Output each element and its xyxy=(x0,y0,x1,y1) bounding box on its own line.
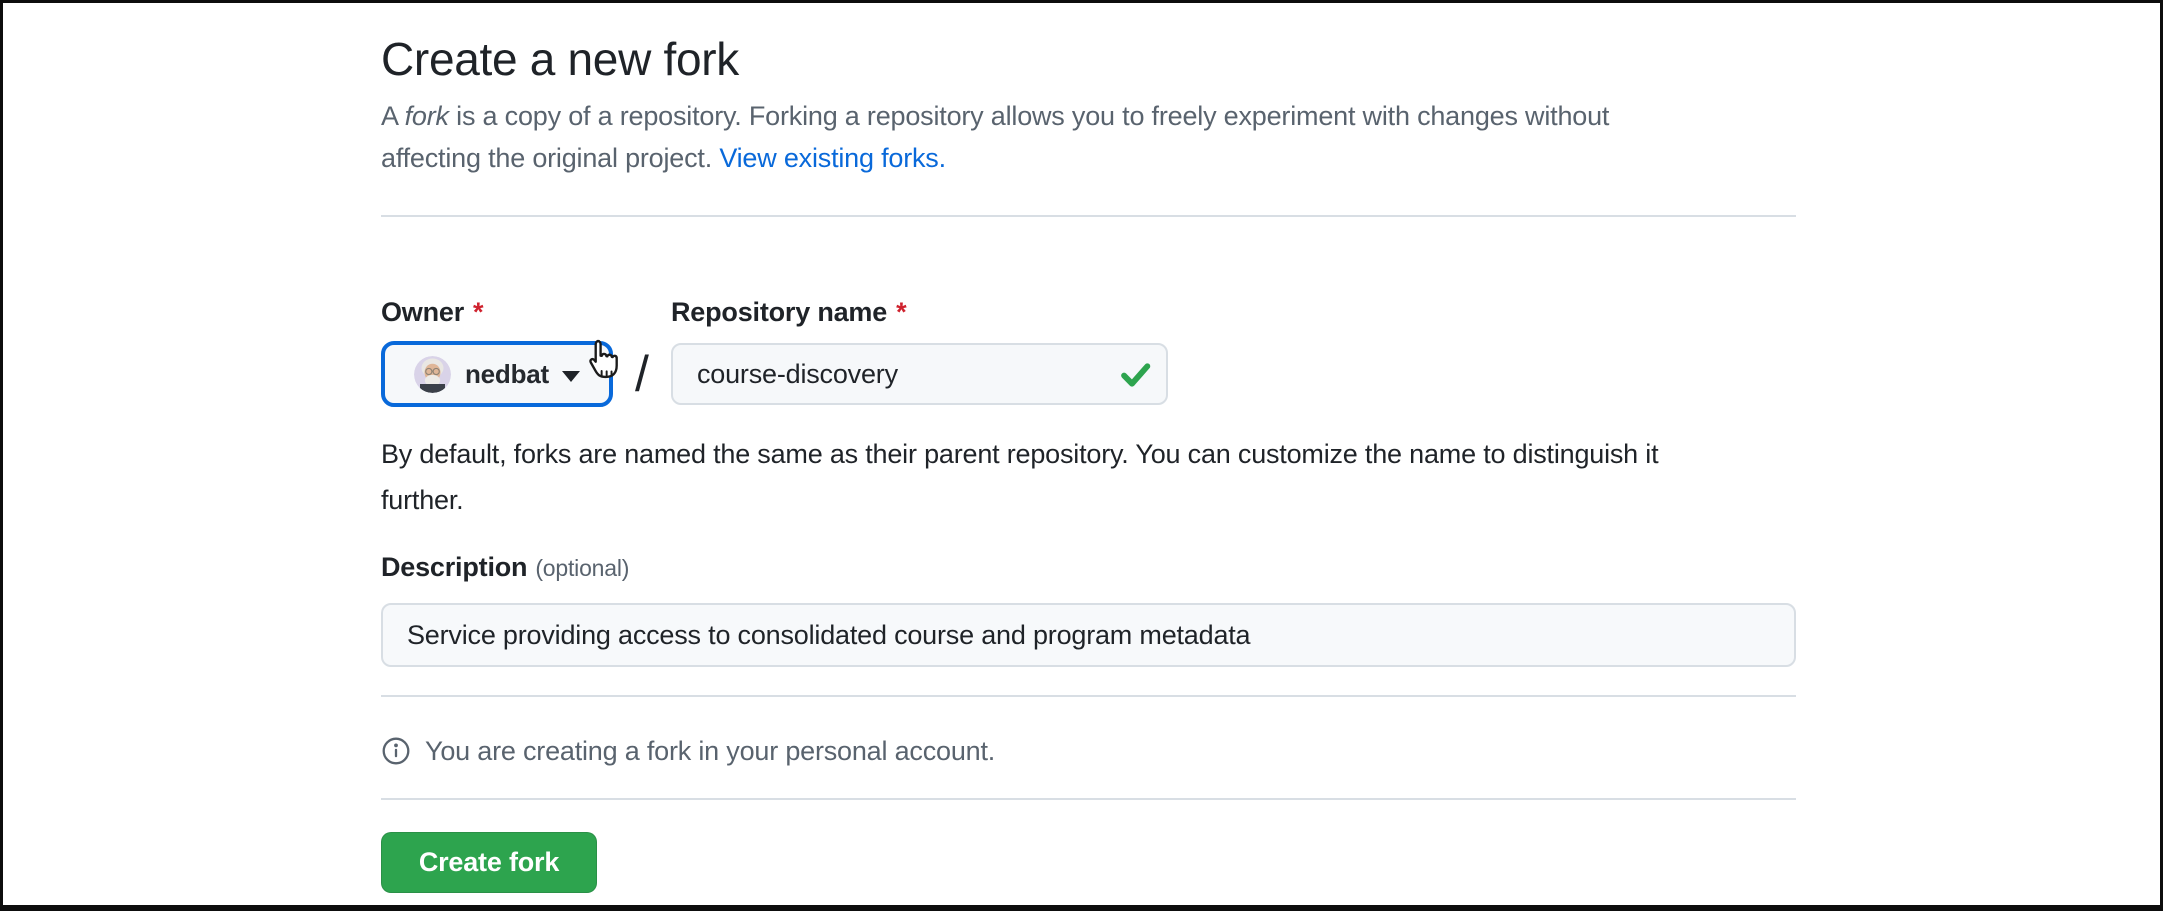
repository-name-input[interactable] xyxy=(671,343,1168,405)
create-fork-page: Create a new fork A fork is a copy of a … xyxy=(381,3,1796,893)
screenshot-frame: Create a new fork A fork is a copy of a … xyxy=(0,0,2163,911)
repository-name-label: Repository name* xyxy=(671,295,1168,329)
owner-required-asterisk: * xyxy=(473,297,483,327)
owner-name: nedbat xyxy=(465,359,549,390)
info-circle-icon xyxy=(381,736,411,766)
divider-top xyxy=(381,215,1796,217)
notice-text: You are creating a fork in your personal… xyxy=(425,735,995,767)
owner-repo-row: Owner* xyxy=(381,295,1796,407)
check-icon xyxy=(1119,358,1152,390)
intro-line1-rest: is a copy of a repository. Forking a rep… xyxy=(449,101,1609,131)
divider-bottom xyxy=(381,798,1796,800)
create-fork-button[interactable]: Create fork xyxy=(381,832,597,893)
owner-select-button[interactable]: nedbat xyxy=(381,341,613,407)
owner-field-group: Owner* xyxy=(381,295,613,407)
intro-line2: affecting the original project. xyxy=(381,143,719,173)
repository-field-group: Repository name* xyxy=(671,295,1168,405)
page-title: Create a new fork xyxy=(381,31,1796,87)
intro-fork-word: fork xyxy=(405,101,449,131)
user-avatar xyxy=(414,356,451,393)
description-input[interactable] xyxy=(381,603,1796,667)
owner-label: Owner* xyxy=(381,295,613,329)
description-optional-badge: (optional) xyxy=(535,555,629,581)
intro-text: A fork is a copy of a repository. Forkin… xyxy=(381,95,1796,179)
view-existing-forks-link[interactable]: View existing forks. xyxy=(719,143,946,173)
fork-naming-help: By default, forks are named the same as … xyxy=(381,431,1796,523)
description-label: Description(optional) xyxy=(381,550,1796,585)
personal-account-notice: You are creating a fork in your personal… xyxy=(381,735,1796,767)
divider-middle xyxy=(381,695,1796,697)
repository-required-asterisk: * xyxy=(896,297,906,327)
intro-lead: A xyxy=(381,101,405,131)
owner-repo-slash: / xyxy=(613,295,671,407)
dropdown-caret-icon xyxy=(562,371,580,382)
